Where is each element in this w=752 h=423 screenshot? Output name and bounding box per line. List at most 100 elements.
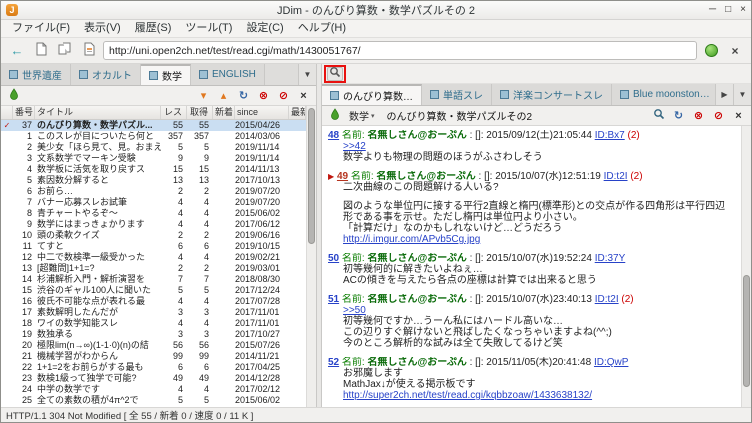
- tab[interactable]: Blue moonston…: [612, 84, 715, 105]
- column-header[interactable]: タイトル: [35, 106, 161, 119]
- thread-scrollbar-thumb[interactable]: [743, 274, 750, 388]
- post-number-link[interactable]: 52: [328, 357, 339, 368]
- search-button[interactable]: [650, 108, 667, 124]
- menu-item[interactable]: 設定(C): [239, 20, 290, 37]
- board-favorite-button[interactable]: [5, 88, 22, 104]
- table-row[interactable]: 14 杉浦解析入門・解析演習を 7 7 2018/08/30: [1, 274, 306, 285]
- table-row[interactable]: 9 数学にはまっきょかります 4 4 2017/06/12: [1, 219, 306, 230]
- column-header[interactable]: レス: [161, 106, 187, 119]
- stop-thread-button[interactable]: ⊘: [710, 108, 727, 124]
- tab[interactable]: 単語スレ: [422, 84, 492, 105]
- post-author-link[interactable]: 名無しさん@おーぷん: [367, 294, 466, 305]
- tab[interactable]: 洋楽コンサートスレ: [492, 84, 612, 105]
- table-row[interactable]: 20 極限lim(n→∞)(1-1·0)(n)の結 56 56 2015/07/…: [1, 340, 306, 351]
- post-author-link[interactable]: 名無しさん@おーぷん: [367, 357, 466, 368]
- menu-item[interactable]: 表示(V): [77, 20, 128, 37]
- table-row[interactable]: 25 全ての素数の積が4π^2で 5 5 2015/06/02: [1, 395, 306, 406]
- tab[interactable]: ENGLISH: [191, 64, 265, 85]
- table-row[interactable]: 18 ワイの数学知能スレ 4 4 2017/11/01: [1, 318, 306, 329]
- write-button[interactable]: [79, 41, 99, 61]
- close-tab-button[interactable]: ×: [295, 88, 312, 104]
- menu-item[interactable]: ファイル(F): [5, 20, 77, 37]
- thread-favorite-button[interactable]: [326, 108, 343, 124]
- board-tab-overflow-button[interactable]: ▼: [298, 64, 316, 85]
- post-id-link[interactable]: ID:QwP: [594, 357, 628, 368]
- post-author-link[interactable]: 名無しさん@おーぷん: [367, 253, 466, 264]
- post-id-link[interactable]: ID:t2I: [604, 171, 628, 182]
- column-header[interactable]: 取得: [187, 106, 213, 119]
- table-row[interactable]: 6 お前ら… 2 2 2019/07/20: [1, 186, 306, 197]
- table-row[interactable]: 16 彼氏不可能な点が表れる最 4 4 2017/07/28: [1, 296, 306, 307]
- table-row[interactable]: 10 頭の柔軟クイズ 2 2 2019/06/16: [1, 230, 306, 241]
- thread-scrollbar[interactable]: [741, 126, 751, 407]
- post-number-link[interactable]: 51: [328, 294, 339, 305]
- post-author-link[interactable]: 名無しさん@おーぷん: [376, 171, 475, 182]
- post-link[interactable]: http://super2ch.net/test/read.cgi/kqbbzo…: [343, 390, 735, 401]
- column-header[interactable]: [1, 106, 13, 119]
- scroll-down-button[interactable]: ▾: [195, 88, 212, 104]
- post-id-link[interactable]: ID:37Y: [595, 253, 626, 264]
- table-row[interactable]: 13 [超難問]1+1=? 2 2 2019/03/01: [1, 263, 306, 274]
- go-button[interactable]: [701, 41, 721, 61]
- table-row[interactable]: 8 青チャートやるぞ〜 4 4 2015/06/02: [1, 208, 306, 219]
- menu-item[interactable]: 履歴(S): [128, 20, 179, 37]
- table-row[interactable]: 7 バナー応募スレお試筆 4 4 2019/07/20: [1, 197, 306, 208]
- column-header[interactable]: since: [235, 106, 289, 119]
- new-thread-button[interactable]: [31, 41, 51, 61]
- table-row[interactable]: 24 中学の数学です 4 4 2017/02/12: [1, 384, 306, 395]
- delete-log-button[interactable]: ⊗: [255, 88, 272, 104]
- table-row[interactable]: 5 素因数分解すると 13 13 2017/10/13: [1, 175, 306, 186]
- table-row[interactable]: 21 機械学習がわからん 99 99 2014/11/21: [1, 351, 306, 362]
- tab[interactable]: 世界遺産: [1, 64, 71, 85]
- column-header[interactable]: 新着: [213, 106, 235, 119]
- close-thread-tab-button[interactable]: ×: [730, 108, 747, 124]
- table-row[interactable]: 19 数独承る 3 3 2017/10/27: [1, 329, 306, 340]
- stop-load-button[interactable]: ⊘: [275, 88, 292, 104]
- delete-thread-log-button[interactable]: ⊗: [690, 108, 707, 124]
- titlebar[interactable]: J JDim - のんびり算数・数学パズルその 2 ─ □ ×: [1, 1, 751, 20]
- post-author-link[interactable]: 名無しさん@おーぷん: [367, 130, 466, 141]
- post-number-link[interactable]: 49: [337, 171, 348, 182]
- board-scrollbar-thumb[interactable]: [308, 108, 315, 244]
- maximize-button[interactable]: □: [725, 1, 731, 19]
- table-row[interactable]: 4 数学板に活気を取り戻すス 15 15 2014/11/13: [1, 164, 306, 175]
- search-pane-button[interactable]: [327, 66, 343, 81]
- menu-item[interactable]: ヘルプ(H): [291, 20, 353, 37]
- post-number-link[interactable]: 50: [328, 253, 339, 264]
- table-row[interactable]: 17 素数解明したんだが 3 3 2017/11/01: [1, 307, 306, 318]
- table-row[interactable]: 1 このスレが目についたら何と 357 357 2014/03/06: [1, 131, 306, 142]
- post-id-link[interactable]: ID:Bx7: [595, 130, 625, 141]
- thread-tab-overflow-button[interactable]: ▼: [733, 84, 751, 105]
- url-input[interactable]: [103, 41, 697, 60]
- post-link[interactable]: http://i.imgur.com/APvb5Cg.jpg: [343, 234, 735, 245]
- post-link[interactable]: >>50: [343, 305, 735, 316]
- table-row[interactable]: 3 文系数学でマーキン受験 9 9 2019/11/14: [1, 153, 306, 164]
- column-header[interactable]: 番号: [13, 106, 35, 119]
- board-selector[interactable]: 数学 ▾: [346, 108, 378, 123]
- reload-list-button[interactable]: ↻: [235, 88, 252, 104]
- back-button[interactable]: ←: [7, 41, 27, 61]
- menu-item[interactable]: ツール(T): [178, 20, 239, 37]
- tab[interactable]: 数学: [141, 64, 191, 85]
- board-scrollbar[interactable]: [306, 106, 316, 407]
- table-row[interactable]: 22 1+1=2をお前らがする最も 6 6 2017/04/25: [1, 362, 306, 373]
- scroll-up-button[interactable]: ▴: [215, 88, 232, 104]
- table-row[interactable]: 12 中二で数検準一級受かった 4 4 2019/02/21: [1, 252, 306, 263]
- column-header[interactable]: 最新書込: [289, 106, 306, 119]
- tab[interactable]: オカルト: [71, 64, 141, 85]
- post-link[interactable]: >>42: [343, 141, 735, 152]
- clear-url-button[interactable]: ×: [725, 41, 745, 61]
- minimize-button[interactable]: ─: [709, 1, 716, 19]
- post-id-link[interactable]: ID:t2I: [595, 294, 619, 305]
- table-row[interactable]: 23 数検1級って独学で可能? 49 49 2014/12/28: [1, 373, 306, 384]
- table-row[interactable]: 11 てすと 6 6 2019/10/15: [1, 241, 306, 252]
- copy-document-button[interactable]: [55, 41, 75, 61]
- tab[interactable]: のんびり算数…: [322, 84, 422, 105]
- table-row[interactable]: 15 渋谷のギャル100人に聞いた 5 5 2017/12/24: [1, 285, 306, 296]
- reload-thread-button[interactable]: ↻: [670, 108, 687, 124]
- post-number-link[interactable]: 48: [328, 130, 339, 141]
- thread-tab-scroll-button[interactable]: ▶: [715, 84, 733, 105]
- table-row[interactable]: ✓ 37 のんびり算数・数学パズル... 55 55 2015/04/26: [1, 120, 306, 131]
- table-row[interactable]: 2 美少女「ほら見て、見。おまえ 5 5 2019/11/14: [1, 142, 306, 153]
- close-button[interactable]: ×: [740, 1, 746, 19]
